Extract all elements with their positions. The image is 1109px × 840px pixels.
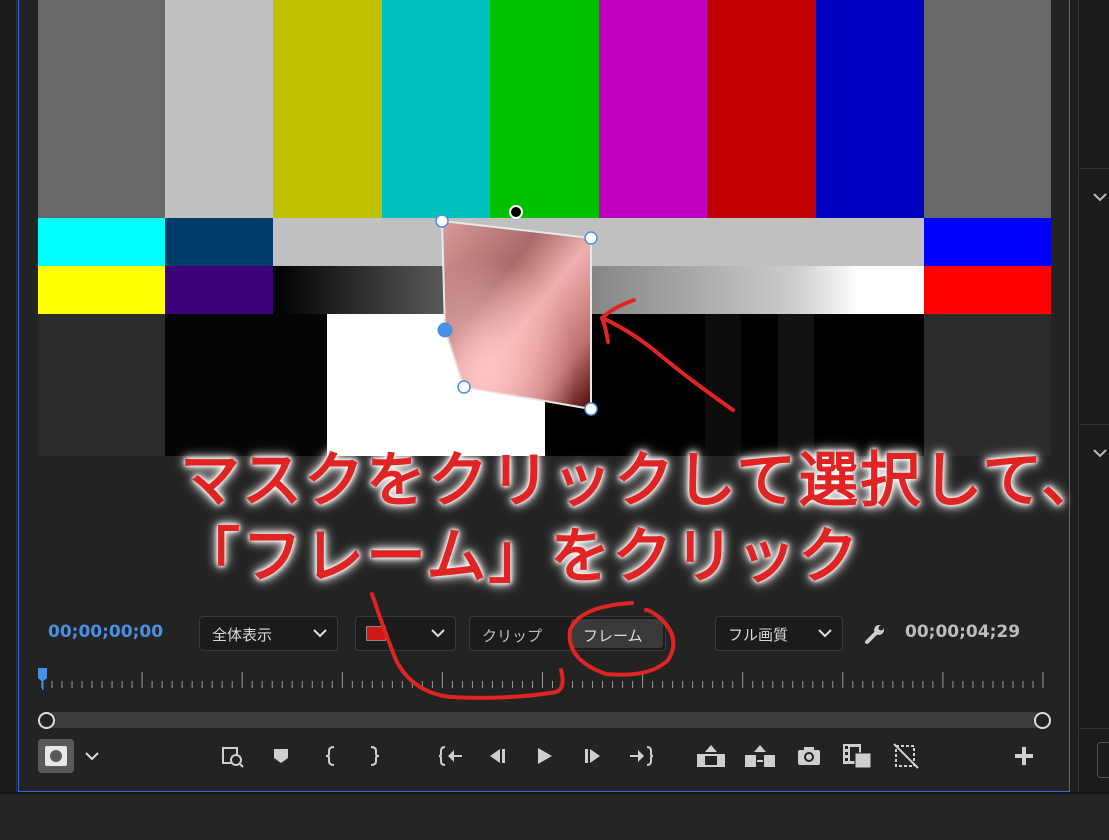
annotation-arrow-shaft bbox=[600, 316, 735, 412]
annotation-circle bbox=[567, 601, 676, 677]
bottom-panel-edge bbox=[0, 792, 1109, 840]
annotation-drawings bbox=[370, 298, 735, 700]
annotation-hook-line bbox=[370, 592, 565, 700]
